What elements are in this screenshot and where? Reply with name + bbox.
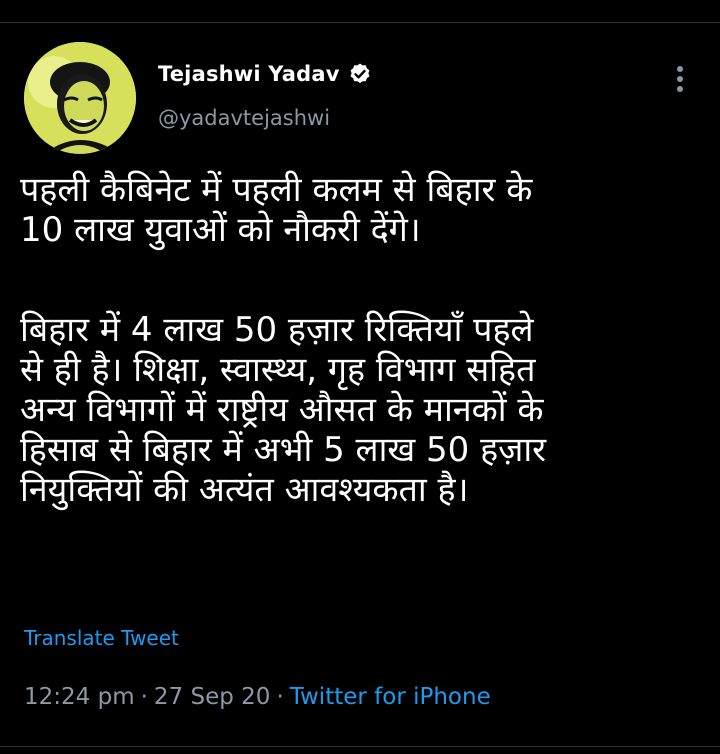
translate-tweet-link[interactable]: Translate Tweet	[24, 626, 179, 650]
tweet-line: बिहार में 4 लाख 50 हज़ार रिक्तियाँ पहले	[20, 310, 534, 350]
tweet-source-link[interactable]: Twitter for iPhone	[290, 684, 491, 710]
tweet-line: हिसाब से बिहार में अभी 5 लाख 50 हज़ार	[20, 430, 547, 470]
avatar-image	[24, 42, 136, 154]
tweet-date[interactable]: 27 Sep 20	[154, 684, 271, 710]
tweet-line: 10 लाख युवाओं को नौकरी देंगे।	[20, 210, 421, 250]
avatar[interactable]	[24, 42, 136, 154]
verified-badge-icon	[348, 62, 372, 86]
top-divider	[0, 22, 720, 23]
meta-separator: ·	[276, 684, 284, 710]
tweet-line: नियुक्तियों की अत्यंत आवश्यकता है।	[20, 470, 469, 510]
author-name-row[interactable]: Tejashwi Yadav	[158, 62, 372, 86]
meta-separator: ·	[140, 684, 148, 710]
author-name[interactable]: Tejashwi Yadav	[158, 62, 340, 86]
more-vertical-icon[interactable]	[672, 64, 688, 94]
author-handle[interactable]: @yadavtejashwi	[158, 106, 330, 130]
tweet-line: पहली कैबिनेट में पहली कलम से बिहार के	[20, 170, 533, 210]
tweet-line: अन्य विभागों में राष्ट्रीय औसत के मानकों…	[20, 390, 544, 430]
tweet-text: पहली कैबिनेट में पहली कलम से बिहार के 10…	[20, 170, 700, 510]
tweet-meta: 12:24 pm · 27 Sep 20 · Twitter for iPhone	[24, 684, 491, 710]
tweet-time[interactable]: 12:24 pm	[24, 684, 135, 710]
bottom-divider	[0, 746, 720, 747]
tweet-line: से ही है। शिक्षा, स्वास्थ्य, गृह विभाग स…	[20, 350, 536, 390]
